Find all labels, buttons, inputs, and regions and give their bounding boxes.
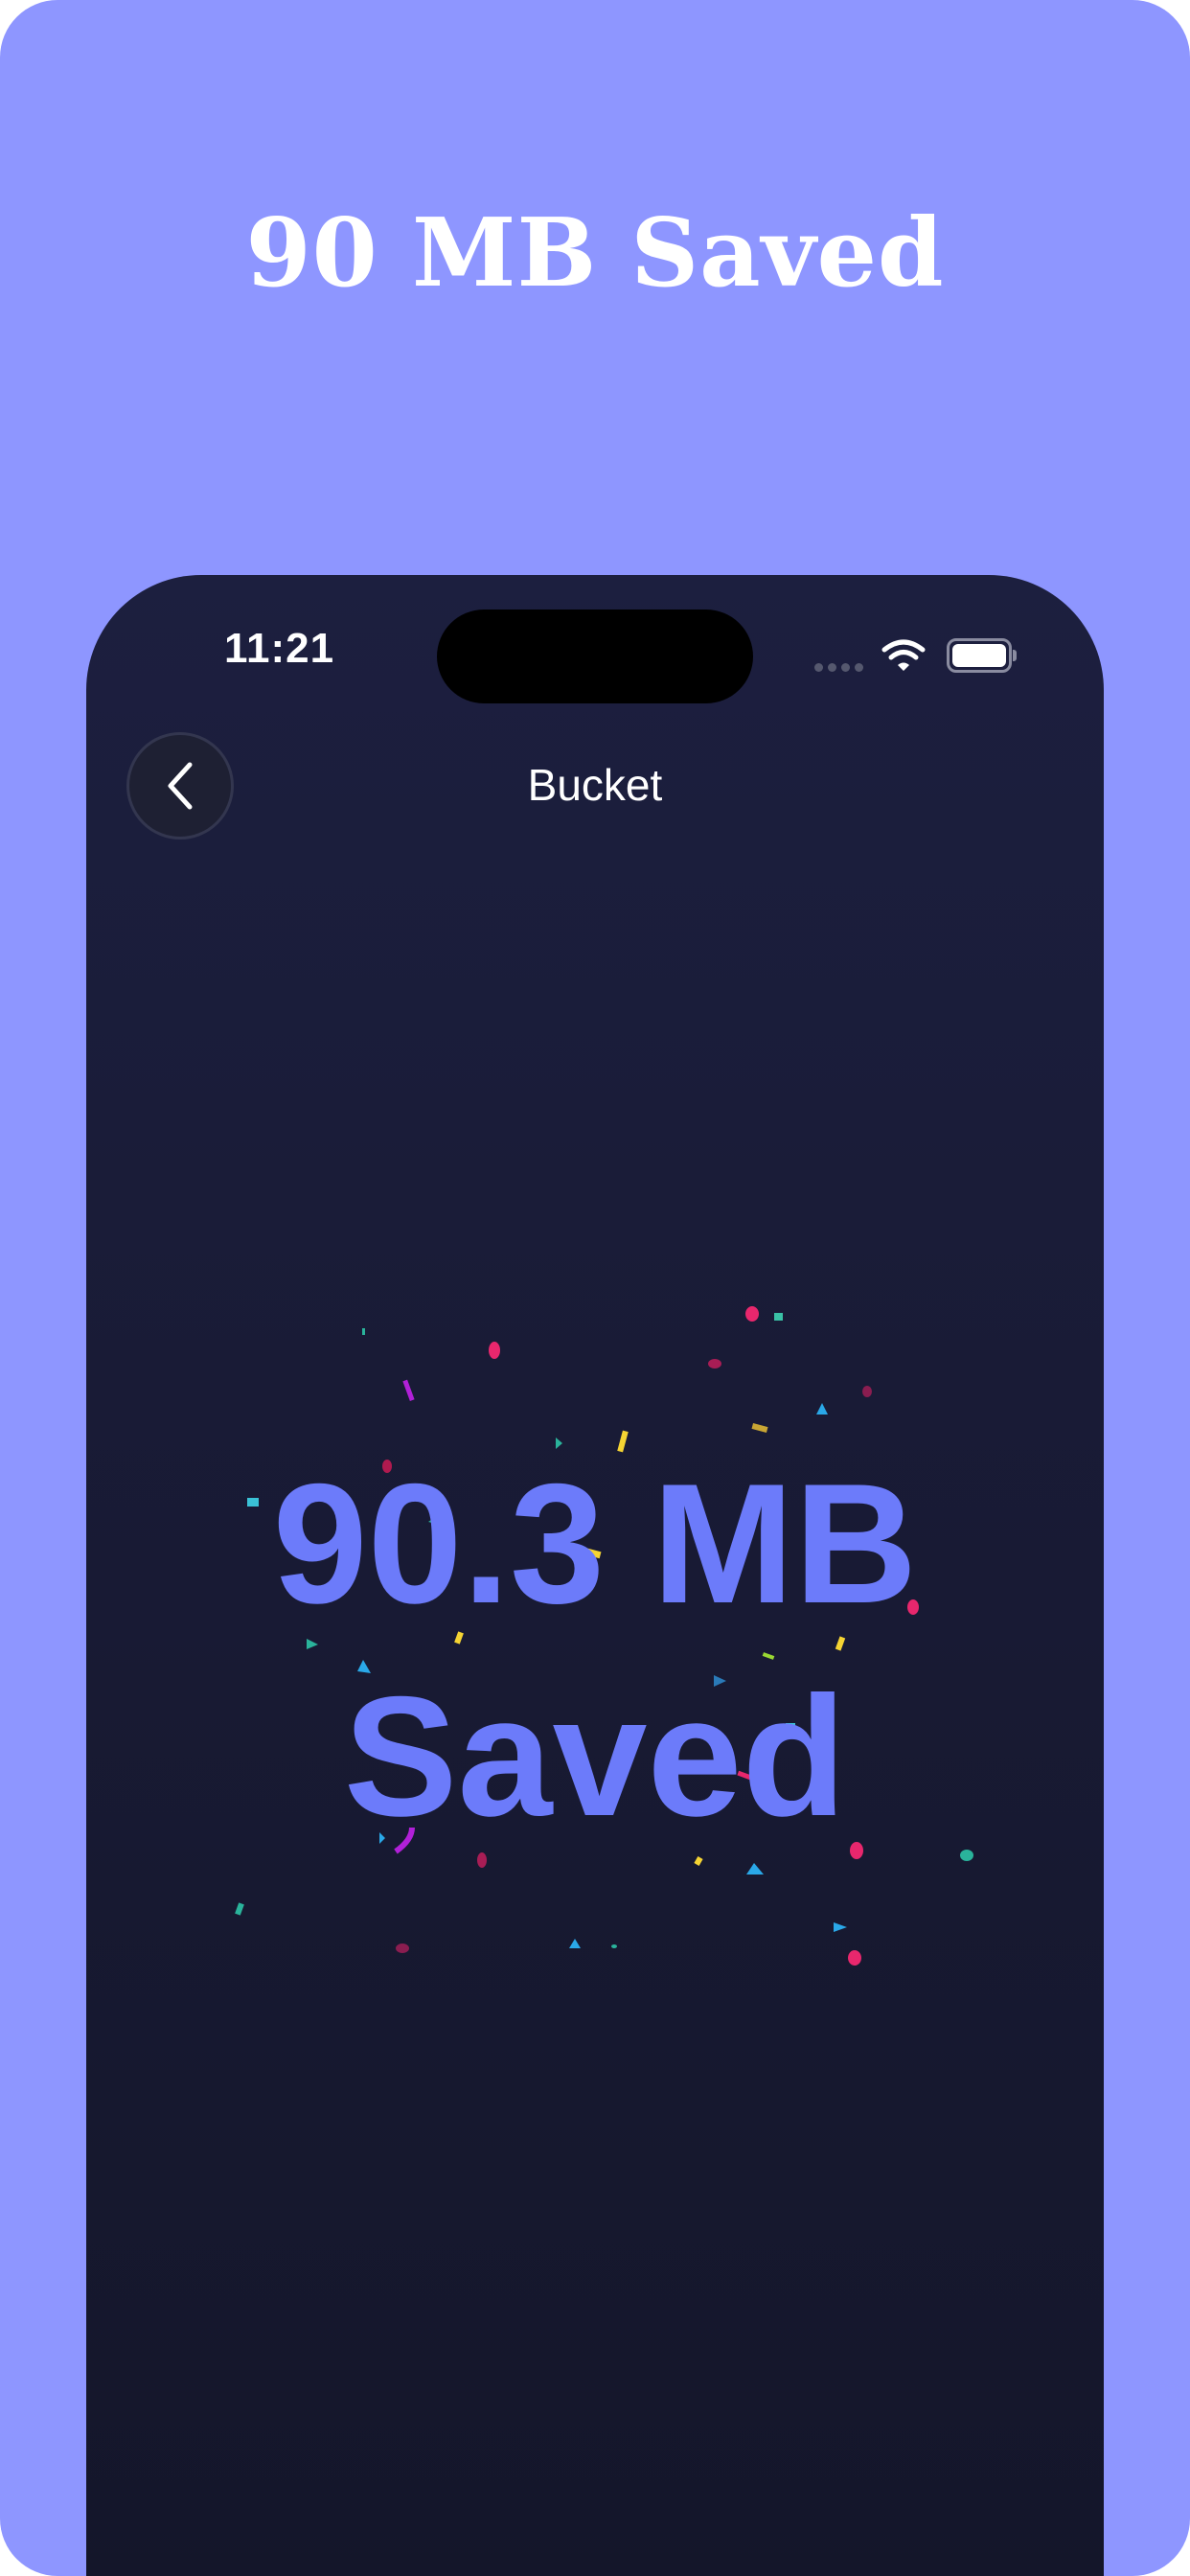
phone-screen: 11:21 Bucket 90.3 MB Saved: [86, 575, 1104, 2576]
promo-headline: 90 MB Saved: [245, 198, 945, 309]
promo-page: 90 MB Saved 11:21 Bucket 90.3 MB Saved: [0, 0, 1190, 2576]
savings-label: Saved: [343, 1661, 847, 1852]
savings-amount: 90.3 MB: [272, 1448, 918, 1639]
